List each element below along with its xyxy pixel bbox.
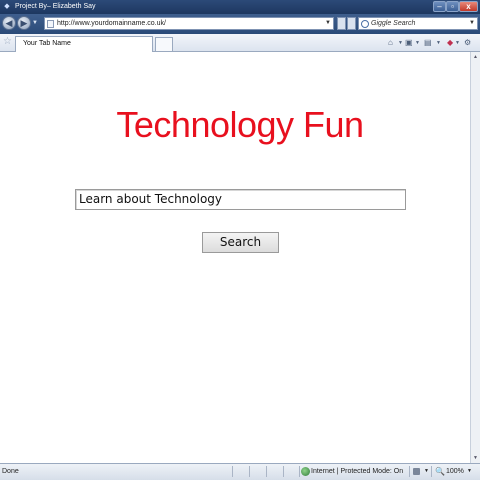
protected-mode-dropdown[interactable]: ▼ [424, 464, 429, 479]
search-button[interactable]: Search [202, 232, 279, 253]
page-icon [47, 20, 54, 28]
back-button[interactable]: ◀ [2, 16, 16, 30]
title-bar: ◆ Project By– Elizabeth Say – ▫ x [0, 0, 480, 14]
browser-search-box[interactable]: Giggle Search ▼ [358, 17, 478, 30]
search-engine-icon [361, 20, 369, 28]
page-menu-dropdown[interactable]: ▼ [455, 38, 460, 48]
address-dropdown[interactable]: ▼ [325, 18, 331, 29]
navigation-bar: ◀ ▶ ▼ http://www.yourdomainname.co.uk/ ▼… [0, 14, 480, 34]
zoom-icon[interactable]: 🔍 [435, 464, 445, 479]
page-menu-icon[interactable]: ◆ [447, 38, 453, 48]
feeds-dropdown[interactable]: ▼ [415, 38, 420, 48]
forward-button[interactable]: ▶ [17, 16, 31, 30]
minimize-button[interactable]: – [433, 1, 446, 12]
security-zone[interactable]: Internet | Protected Mode: On [311, 464, 403, 479]
browser-search-placeholder[interactable]: Giggle Search [371, 18, 415, 29]
tab-bar: ☆ Your Tab Name ⌂ ▼ ▣ ▼ ▤ ▼ ◆ ▼ ⚙ [0, 34, 480, 52]
feeds-icon[interactable]: ▣ [405, 38, 413, 48]
new-tab-button[interactable] [155, 37, 173, 51]
forward-icon: ▶ [20, 18, 28, 28]
stop-button[interactable] [347, 17, 356, 30]
tools-icon[interactable]: ⚙ [464, 38, 471, 48]
back-icon: ◀ [5, 18, 13, 28]
status-bar: Done Internet | Protected Mode: On ▼ 🔍 1… [0, 463, 480, 480]
app-icon: ◆ [4, 3, 10, 10]
vertical-scrollbar[interactable]: ▲ ▼ [470, 52, 480, 463]
home-icon[interactable]: ⌂ [388, 38, 393, 48]
address-bar[interactable]: http://www.yourdomainname.co.uk/ ▼ [44, 17, 334, 30]
search-provider-dropdown[interactable]: ▼ [469, 18, 475, 29]
globe-icon [301, 467, 310, 476]
close-button[interactable]: x [459, 1, 478, 12]
home-dropdown[interactable]: ▼ [398, 38, 403, 48]
zoom-level[interactable]: 100% [446, 464, 464, 479]
status-text: Done [2, 468, 19, 475]
tab-active[interactable]: Your Tab Name [15, 36, 153, 52]
search-input[interactable]: Learn about Technology [75, 189, 406, 210]
print-icon[interactable]: ▤ [424, 38, 432, 48]
print-dropdown[interactable]: ▼ [436, 38, 441, 48]
scroll-up-button[interactable]: ▲ [471, 52, 480, 62]
zoom-dropdown[interactable]: ▼ [467, 464, 472, 479]
refresh-button[interactable] [337, 17, 346, 30]
favorites-star-icon[interactable]: ☆ [3, 36, 12, 48]
address-url[interactable]: http://www.yourdomainname.co.uk/ [57, 18, 166, 29]
maximize-button[interactable]: ▫ [446, 1, 459, 12]
window-title: Project By– Elizabeth Say [15, 3, 96, 10]
page-title: Technology Fun [116, 104, 364, 145]
browser-window: ◆ Project By– Elizabeth Say – ▫ x ◀ ▶ ▼ … [0, 0, 480, 480]
recent-pages-dropdown[interactable]: ▼ [32, 18, 38, 28]
lock-icon[interactable] [413, 468, 420, 475]
scroll-down-button[interactable]: ▼ [471, 453, 480, 463]
